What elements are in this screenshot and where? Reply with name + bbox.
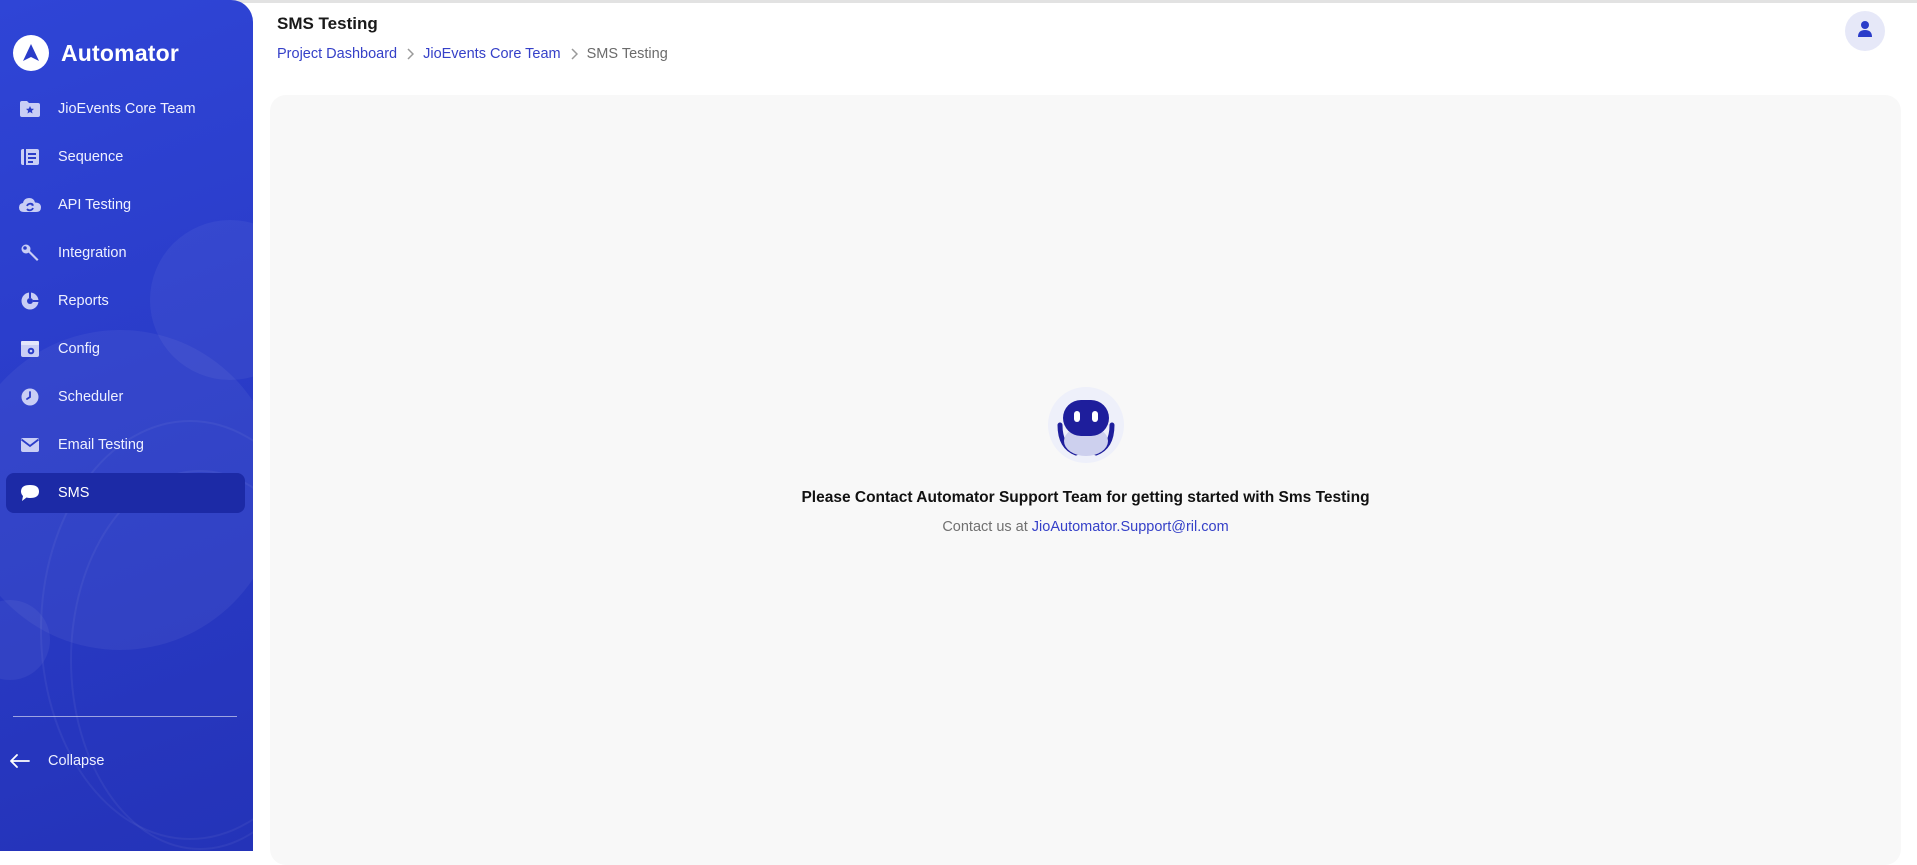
- sidebar: Automator JioEvents Core Team Sequence A…: [0, 0, 253, 851]
- breadcrumb-current: SMS Testing: [586, 46, 668, 62]
- breadcrumb: Project Dashboard JioEvents Core Team SM…: [277, 46, 668, 62]
- wrench-icon: [18, 241, 42, 265]
- empty-state-contact: Contact us at JioAutomator.Support@ril.c…: [942, 519, 1228, 535]
- collapse-button[interactable]: Collapse: [6, 743, 104, 779]
- sidebar-item-label: Email Testing: [58, 437, 144, 453]
- contact-prefix: Contact us at: [942, 519, 1028, 535]
- page-title: SMS Testing: [277, 14, 378, 33]
- chevron-right-icon: [406, 48, 415, 60]
- support-email-link[interactable]: JioAutomator.Support@ril.com: [1032, 519, 1229, 535]
- top-border: [0, 0, 1917, 3]
- sidebar-item-label: Reports: [58, 293, 109, 309]
- sidebar-item-label: Config: [58, 341, 100, 357]
- sidebar-item-label: SMS: [58, 485, 90, 501]
- sidebar-item-label: Scheduler: [58, 389, 124, 405]
- envelope-icon: [18, 433, 42, 457]
- brand-name: Automator: [61, 39, 180, 66]
- automator-logo-icon: [13, 35, 49, 71]
- sidebar-divider: [13, 716, 237, 717]
- clock-icon: [18, 385, 42, 409]
- chevron-right-icon: [570, 48, 578, 60]
- sidebar-item-integration[interactable]: Integration: [6, 233, 245, 273]
- sidebar-item-email-testing[interactable]: Email Testing: [6, 425, 245, 465]
- config-window-icon: [18, 337, 42, 361]
- sidebar-item-label: Sequence: [58, 149, 124, 165]
- sidebar-item-label: API Testing: [58, 197, 132, 213]
- sidebar-item-api-testing[interactable]: API Testing: [6, 185, 245, 225]
- collapse-label: Collapse: [48, 753, 105, 769]
- robot-mascot-icon: [1046, 385, 1126, 465]
- user-icon: [1857, 20, 1873, 43]
- sequence-icon: [18, 145, 42, 169]
- sidebar-item-sequence[interactable]: Sequence: [6, 137, 245, 177]
- sidebar-item-sms[interactable]: SMS: [6, 473, 245, 513]
- sidebar-item-label: JioEvents Core Team: [58, 101, 196, 117]
- sidebar-item-label: Integration: [58, 245, 127, 261]
- content-panel: Please Contact Automator Support Team fo…: [270, 95, 1901, 865]
- breadcrumb-project-dashboard[interactable]: Project Dashboard: [277, 46, 397, 62]
- cloud-sync-icon: [18, 193, 42, 217]
- empty-state: Please Contact Automator Support Team fo…: [270, 385, 1901, 535]
- sidebar-item-reports[interactable]: Reports: [6, 281, 245, 321]
- user-avatar-button[interactable]: [1845, 11, 1885, 51]
- chat-bubble-icon: [18, 481, 42, 505]
- empty-state-heading: Please Contact Automator Support Team fo…: [801, 489, 1370, 506]
- pie-chart-icon: [18, 289, 42, 313]
- brand[interactable]: Automator: [13, 34, 179, 72]
- sidebar-item-config[interactable]: Config: [6, 329, 245, 369]
- folder-star-icon: [18, 97, 42, 121]
- sidebar-nav: JioEvents Core Team Sequence API Testing…: [6, 89, 245, 521]
- arrow-left-icon: [8, 749, 32, 773]
- sidebar-item-jioevents-core-team[interactable]: JioEvents Core Team: [6, 89, 245, 129]
- breadcrumb-jioevents-core-team[interactable]: JioEvents Core Team: [423, 46, 561, 62]
- sidebar-item-scheduler[interactable]: Scheduler: [6, 377, 245, 417]
